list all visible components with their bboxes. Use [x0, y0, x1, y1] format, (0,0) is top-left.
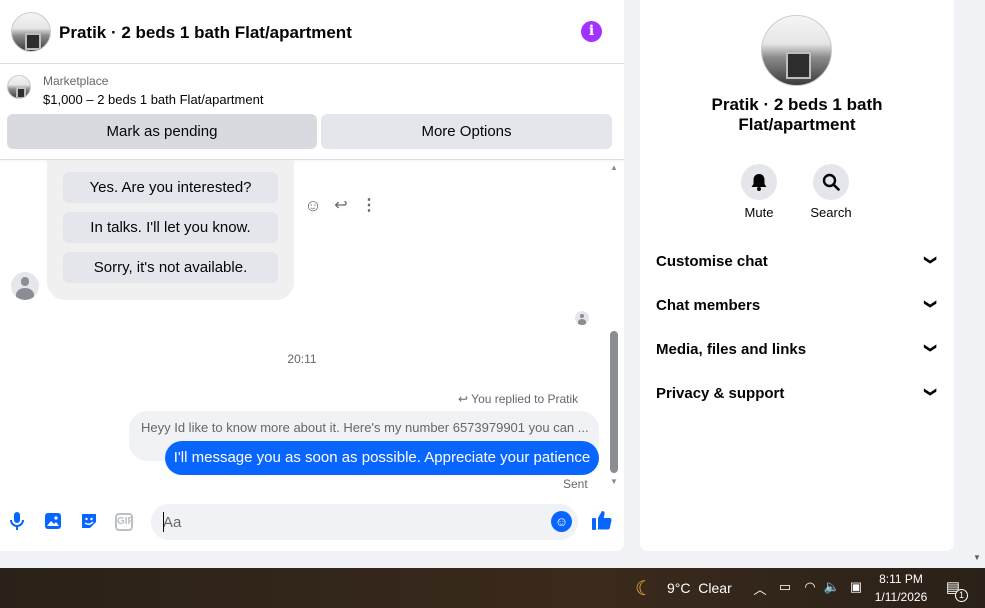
sent-message-bubble[interactable]: I'll message you as soon as possible. Ap…	[165, 441, 599, 475]
seen-avatar	[575, 311, 589, 325]
search-icon	[822, 173, 840, 191]
conversation-avatar[interactable]	[761, 15, 832, 86]
wifi-icon[interactable]: ◠	[801, 579, 819, 595]
chat-scrollbar-thumb[interactable]	[610, 331, 618, 473]
react-icon[interactable]: ☺	[303, 196, 323, 216]
section-label: Chat members	[656, 297, 761, 314]
meet-now-icon[interactable]: ▣	[847, 579, 865, 595]
sender-avatar[interactable]	[11, 272, 39, 300]
search-button[interactable]	[813, 164, 849, 200]
message-timestamp: 20:11	[287, 352, 317, 366]
mute-button[interactable]	[741, 164, 777, 200]
privacy-support-section[interactable]: Privacy & support ❯	[656, 385, 940, 407]
bell-icon	[751, 174, 767, 191]
chevron-down-icon: ❯	[923, 254, 938, 266]
quick-reply-button[interactable]: In talks. I'll let you know.	[63, 212, 278, 243]
message-input[interactable]	[151, 504, 578, 540]
page-scrollbar[interactable]	[970, 0, 985, 568]
listing-thumbnail[interactable]	[7, 75, 31, 99]
scroll-down-arrow-icon[interactable]: ▼	[973, 553, 981, 562]
moon-icon[interactable]: ☾	[635, 576, 653, 601]
chat-title[interactable]: Pratik · 2 beds 1 bath Flat/apartment	[59, 23, 352, 43]
marketplace-label: Marketplace	[43, 74, 109, 88]
chevron-down-icon: ❯	[923, 342, 938, 354]
clock-date[interactable]: 1/11/2026	[870, 590, 932, 604]
conversation-title: Pratik · 2 beds 1 bath Flat/apartment	[711, 95, 883, 134]
weather-widget[interactable]: 9°C Clear	[667, 580, 732, 596]
section-label: Privacy & support	[656, 385, 785, 402]
media-files-links-section[interactable]: Media, files and links ❯	[656, 341, 940, 363]
search-label: Search	[810, 205, 852, 220]
section-label: Customise chat	[656, 253, 768, 270]
reply-icon[interactable]: ↩	[331, 196, 351, 216]
thumbs-up-icon[interactable]	[590, 509, 614, 533]
photo-icon[interactable]	[43, 512, 63, 532]
more-vertical-icon[interactable]: ⋮	[359, 196, 379, 216]
chevron-up-icon[interactable]: ︿	[751, 579, 769, 598]
message-status: Sent	[563, 477, 588, 491]
replied-to-text: You replied to Pratik	[471, 392, 579, 406]
battery-icon[interactable]: ▭	[776, 579, 794, 595]
text-caret	[163, 512, 164, 532]
customise-chat-section[interactable]: Customise chat ❯	[656, 253, 940, 275]
microphone-icon[interactable]	[7, 512, 27, 532]
quick-reply-button[interactable]: Yes. Are you interested?	[63, 172, 278, 203]
scroll-up-arrow-icon[interactable]: ▲	[609, 163, 619, 173]
section-label: Media, files and links	[656, 341, 807, 358]
replied-to-label: ↩ You replied to Pratik	[458, 392, 579, 406]
more-options-button[interactable]: More Options	[321, 114, 612, 149]
gif-icon[interactable]: GIF	[115, 513, 134, 531]
quick-reply-button[interactable]: Sorry, it's not available.	[63, 252, 278, 283]
clock-time[interactable]: 8:11 PM	[872, 572, 930, 586]
notification-badge: 1	[955, 589, 968, 602]
volume-icon[interactable]: 🔈	[823, 579, 841, 595]
chevron-down-icon: ❯	[923, 298, 938, 310]
info-icon[interactable]: i	[581, 21, 602, 42]
listing-price-title[interactable]: $1,000 – 2 beds 1 bath Flat/apartment	[43, 92, 263, 107]
mute-label: Mute	[744, 205, 774, 220]
scroll-down-arrow-icon[interactable]: ▼	[609, 477, 619, 487]
mark-as-pending-button[interactable]: Mark as pending	[7, 114, 317, 149]
listing-avatar[interactable]	[11, 12, 51, 52]
sticker-icon[interactable]	[79, 512, 99, 532]
chat-members-section[interactable]: Chat members ❯	[656, 297, 940, 319]
emoji-icon[interactable]: ☺	[551, 511, 572, 532]
chevron-down-icon: ❯	[923, 386, 938, 398]
weather-condition: Clear	[698, 580, 732, 596]
temperature: 9°C	[667, 580, 691, 596]
